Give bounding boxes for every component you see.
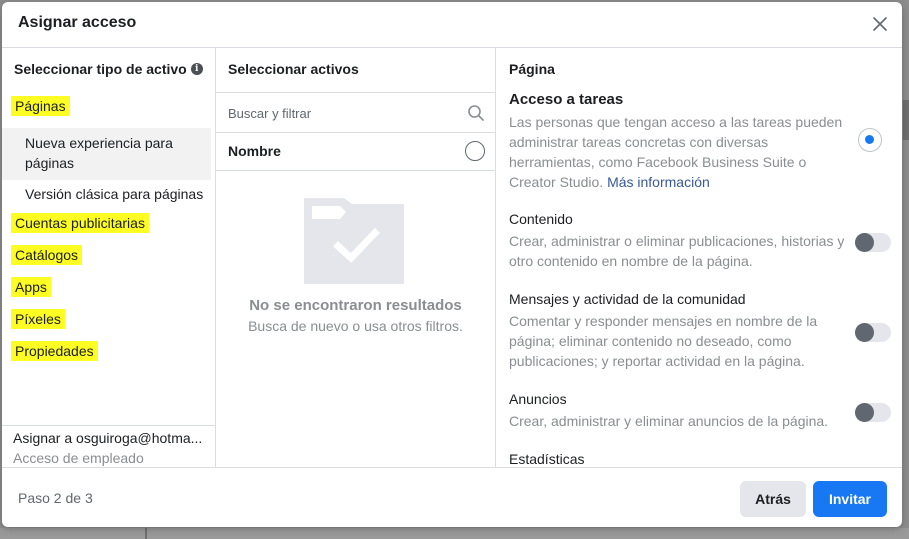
permission-description: Crear, administrar y eliminar anuncios d… [509,413,829,429]
dialog-header: Asignar acceso [2,2,902,48]
backdrop [0,528,909,539]
asset-type-pages[interactable]: Páginas [11,96,70,116]
more-info-link[interactable]: Más información [607,174,710,190]
dialog-title: Asignar acceso [18,14,137,31]
permission-title: Mensajes y actividad de la comunidad [509,291,746,307]
permission-title: Estadísticas [509,451,585,467]
asset-type-title-text: Seleccionar tipo de activo [14,61,187,77]
task-access-title: Acceso a tareas [509,91,624,108]
sub-item-label: Versión clásica para páginas [25,186,204,202]
task-access-radio[interactable] [858,128,882,152]
sub-item-label: Nueva experiencia para páginas [25,135,173,171]
asset-type-apps[interactable]: Apps [11,277,51,297]
asset-type-ad-accounts[interactable]: Cuentas publicitarias [11,213,149,233]
permission-ads: Anuncios Crear, administrar y eliminar a… [509,389,849,431]
asset-type-catalogs-label: Catálogos [11,245,83,265]
assign-access-dialog: Asignar acceso Seleccionar tipo de activ… [2,2,902,527]
permission-insights: Estadísticas [509,449,849,467]
permissions-title: Página [509,61,555,77]
permission-description: Comentar y responder mensajes en nombre … [509,313,818,369]
step-indicator: Paso 2 de 3 [18,490,93,506]
permission-title: Anuncios [509,391,567,407]
asset-select-title: Seleccionar activos [228,61,359,77]
asset-type-panel: Seleccionar tipo de activo i Páginas Nue… [2,48,216,467]
empty-state-subtitle: Busca de nuevo o usa otros filtros. [248,318,463,334]
task-access-option: Acceso a tareas Las personas que tengan … [509,90,849,192]
permission-messages: Mensajes y actividad de la comunidad Com… [509,289,849,371]
back-button[interactable]: Atrás [740,481,806,517]
asset-type-properties-label: Propiedades [11,341,98,361]
search-input[interactable] [228,103,458,123]
permission-description: Crear, administrar o eliminar publicacio… [509,233,845,269]
asset-type-pixels[interactable]: Píxeles [11,309,65,329]
select-all-radio[interactable] [465,141,485,161]
asset-type-catalogs[interactable]: Catálogos [11,245,83,265]
asset-type-apps-label: Apps [11,277,51,297]
empty-folder-icon [304,198,404,284]
sub-item-classic-pages[interactable]: Versión clásica para páginas [2,182,211,206]
close-button[interactable] [868,12,892,36]
backdrop-edge [903,100,909,140]
permission-content: Contenido Crear, administrar o eliminar … [509,209,849,271]
task-access-description: Las personas que tengan acceso a las tar… [509,112,849,192]
sub-item-new-pages-experience[interactable]: Nueva experiencia para páginas [2,128,211,180]
name-column-header: Nombre [228,143,281,159]
asset-type-title: Seleccionar tipo de activo i [14,61,203,77]
search-bar [216,92,495,133]
content-toggle[interactable] [855,233,891,252]
info-icon[interactable]: i [190,63,203,75]
assignee-info: Asignar a osguiroga@hotma... Acceso de e… [2,425,215,467]
permissions-panel: Página Acceso a tareas Las personas que … [497,48,902,467]
asset-type-pages-label: Páginas [11,96,70,116]
asset-type-pixels-label: Píxeles [11,309,65,329]
assignee-email: Asignar a osguiroga@hotma... [13,430,203,446]
invite-button[interactable]: Invitar [813,481,887,517]
empty-state-title: No se encontraron resultados [249,297,462,314]
backdrop-divider [145,528,147,539]
search-icon[interactable] [467,104,485,122]
asset-select-panel: Seleccionar activos Nombre No se encontr… [216,48,496,467]
permission-title: Contenido [509,211,573,227]
close-icon [873,17,887,31]
assignee-role: Acceso de empleado [13,450,144,466]
dialog-footer: Paso 2 de 3 Atrás Invitar [2,467,902,527]
messages-toggle[interactable] [855,323,891,342]
asset-type-properties[interactable]: Propiedades [11,341,98,361]
asset-type-ad-accounts-label: Cuentas publicitarias [11,213,149,233]
table-header: Nombre [216,133,495,171]
ads-toggle[interactable] [855,403,891,422]
